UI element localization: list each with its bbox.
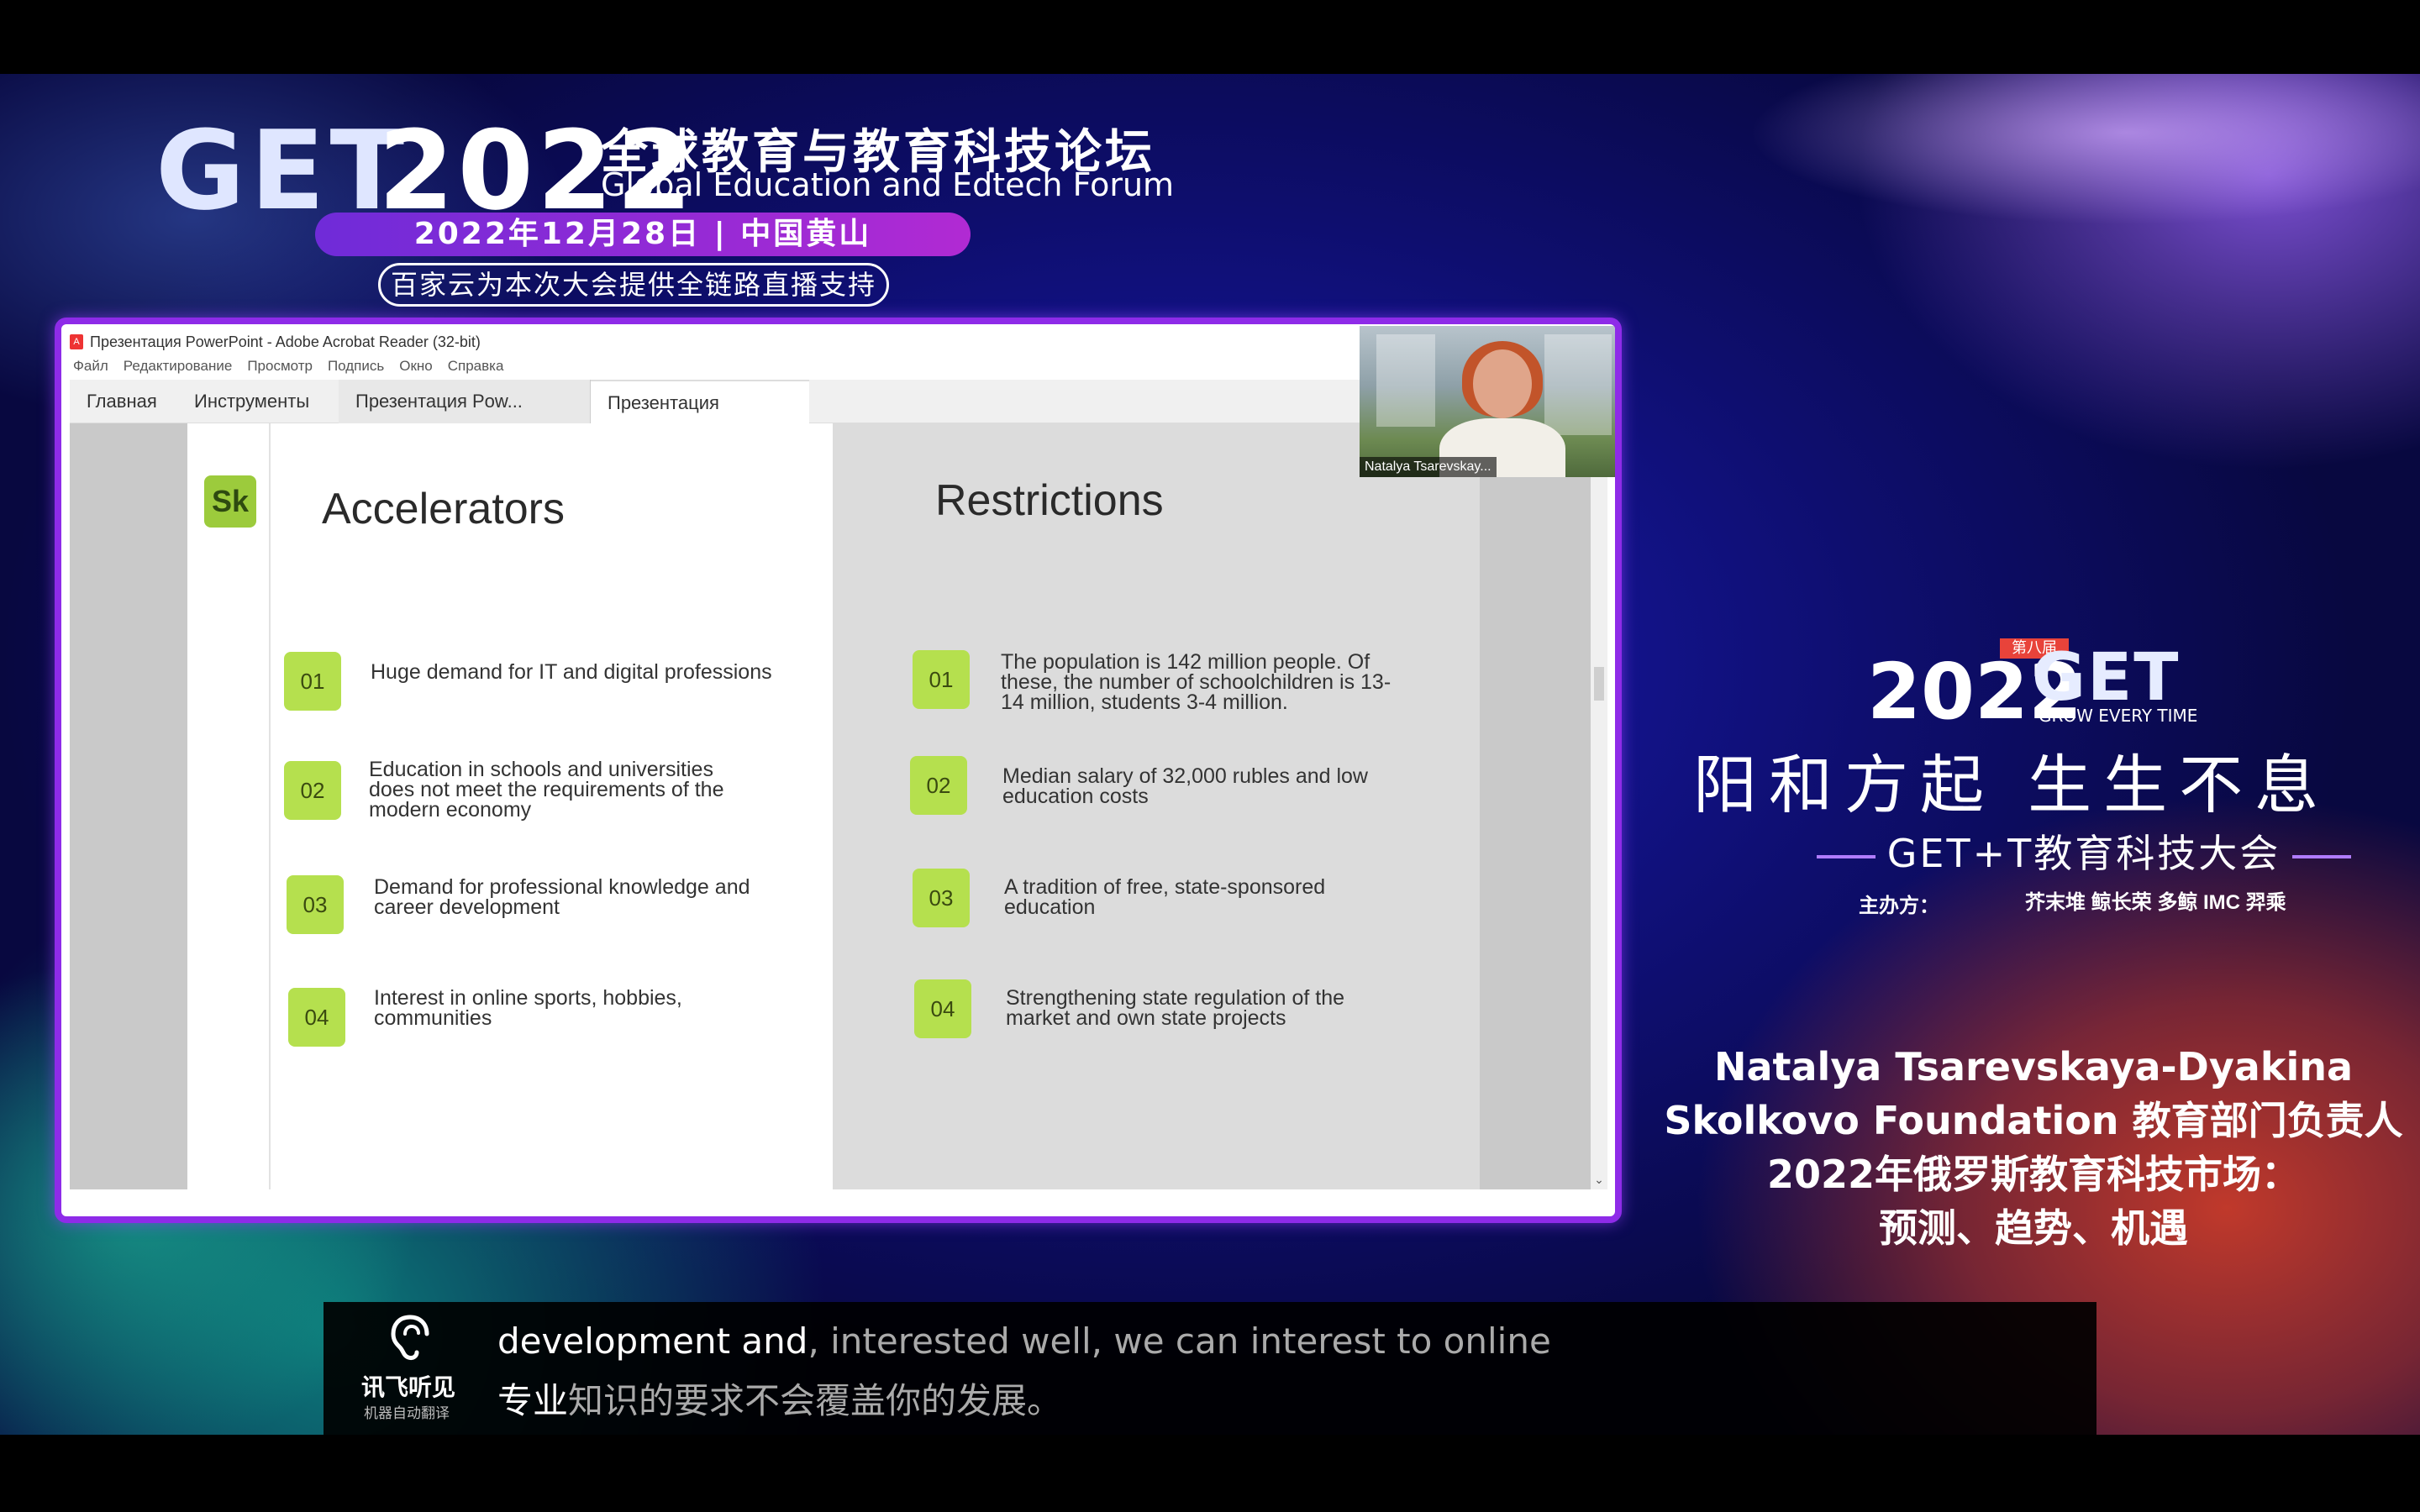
brand-slogan: 阳和方起 生生不息 xyxy=(1693,748,2331,822)
accelerator-num: 02 xyxy=(284,761,341,820)
scroll-thumb[interactable] xyxy=(1594,667,1604,701)
tab-document-2[interactable]: Презентация Pow...× xyxy=(591,380,809,457)
tab-document-1[interactable]: Презентация Pow... xyxy=(339,380,591,423)
menu-file[interactable]: Файл xyxy=(73,358,108,375)
accelerator-num: 03 xyxy=(287,875,344,934)
subtitle-brand-sub: 机器自动翻译 xyxy=(364,1405,450,1422)
accelerator-num: 01 xyxy=(284,652,341,711)
hosts-label: 主办方： xyxy=(1859,894,1939,917)
chevron-down-icon[interactable]: ⌄ xyxy=(1591,1173,1607,1189)
restriction-text: A tradition of free, state-sponsored edu… xyxy=(1004,875,1326,919)
accelerator-text: Demand for professional knowledge and ca… xyxy=(374,875,750,919)
menu-window[interactable]: Окно xyxy=(399,358,433,375)
conference-name-text: GET+T教育科技大会 xyxy=(1886,831,2281,876)
tab-tools[interactable]: Инструменты xyxy=(177,380,326,423)
subtitle-chinese-pending: 知识的要求不会覆盖你的发展。 xyxy=(568,1380,1063,1421)
get-logo: GET xyxy=(155,107,410,234)
slide-restrictions-panel: Restrictions 01 The population is 142 mi… xyxy=(833,423,1480,1189)
tab-document-1-label: Презентация Pow... xyxy=(355,391,523,412)
speaker-webcam: Natalya Tsarevskay... xyxy=(1360,326,1615,477)
document-viewer[interactable]: Sk Accelerators 01 Huge demand for IT an… xyxy=(70,423,1607,1189)
background-window xyxy=(1376,334,1435,427)
host-logos: 芥末堆 鲸长荣 多鲸 IMC 羿乘 xyxy=(2025,891,2286,914)
subtitle-chinese: 专业知识的要求不会覆盖你的发展。 xyxy=(497,1373,1062,1424)
talk-title-line1: 2022年俄罗斯教育科技市场： xyxy=(1766,1152,2301,1197)
subtitle-chinese-spoken: 专业 xyxy=(497,1380,569,1421)
window-title: Презентация PowerPoint - Adobe Acrobat R… xyxy=(90,333,481,350)
restriction-num: 01 xyxy=(913,650,970,709)
menu-view[interactable]: Просмотр xyxy=(247,358,313,375)
subtitle-english-spoken: development and xyxy=(497,1320,808,1362)
talk-title-line2: 预测、趋势、机遇 xyxy=(1879,1205,2188,1251)
accelerator-text: Interest in online sports, hobbies, comm… xyxy=(374,986,682,1030)
speaker-info: Natalya Tsarevskaya-Dyakina Skolkovo Fou… xyxy=(1647,1040,2420,1255)
menu-help[interactable]: Справка xyxy=(448,358,504,375)
menu-bar: Файл Редактирование Просмотр Подпись Окн… xyxy=(73,358,503,375)
date-location-banner: 2022年12月28日 | 中国黄山 xyxy=(315,213,971,256)
decor-swoosh xyxy=(1748,74,2420,225)
tab-bar: Главная Инструменты Презентация Pow... П… xyxy=(70,380,1418,457)
skolkovo-logo: Sk xyxy=(204,475,256,528)
pdf-app-icon: A xyxy=(70,334,83,349)
restriction-num: 02 xyxy=(910,756,967,815)
slide-accelerators-panel: Sk Accelerators 01 Huge demand for IT an… xyxy=(187,423,833,1189)
restriction-text: The population is 142 million people. Of… xyxy=(1001,650,1392,714)
restriction-text: Median salary of 32,000 rubles and low e… xyxy=(1002,764,1368,808)
tab-home[interactable]: Главная xyxy=(70,380,174,423)
subtitle-english-pending: , interested well, we can interest to on… xyxy=(808,1320,1551,1362)
subtitle-brand: 讯飞听见 xyxy=(361,1373,456,1401)
speaker-role: Skolkovo Foundation 教育部门负责人 xyxy=(1664,1098,2403,1143)
ear-icon xyxy=(391,1315,429,1360)
speaker-name: Natalya Tsarevskaya-Dyakina xyxy=(1713,1044,2353,1089)
divider xyxy=(269,423,271,1189)
speaker-figure xyxy=(1473,349,1532,418)
restriction-num: 04 xyxy=(914,979,971,1038)
brand-get-logo: GET xyxy=(2032,640,2181,716)
brand-tagline: GROW EVERY TIME xyxy=(2039,706,2198,726)
forum-title-en: Global Education and Edtech Forum xyxy=(601,166,1175,203)
restrictions-title: Restrictions xyxy=(935,476,1164,525)
menu-edit[interactable]: Редактирование xyxy=(124,358,233,375)
accelerator-num: 04 xyxy=(288,988,345,1047)
menu-sign[interactable]: Подпись xyxy=(328,358,384,375)
conference-name: GET+T教育科技大会 xyxy=(1765,823,2403,879)
accelerators-title: Accelerators xyxy=(322,485,565,533)
restriction-text: Strengthening state regulation of the ma… xyxy=(1006,986,1345,1030)
acrobat-titlebar: A Презентация PowerPoint - Adobe Acrobat… xyxy=(70,331,481,353)
support-note: 百家云为本次大会提供全链路直播支持 xyxy=(378,263,889,307)
vertical-scrollbar[interactable]: ⌄ xyxy=(1591,423,1607,1189)
accelerator-text: Education in schools and universities do… xyxy=(369,758,724,822)
subtitle-english: development and, interested well, we can… xyxy=(497,1320,1551,1362)
accelerator-text: Huge demand for IT and digital professio… xyxy=(371,660,772,684)
restriction-num: 03 xyxy=(913,869,970,927)
event-background: GET 2022 全球教育与教育科技论坛 Global Education an… xyxy=(0,74,2420,1435)
webcam-name-label: Natalya Tsarevskay... xyxy=(1360,457,1497,477)
background-window xyxy=(1544,334,1612,435)
shared-screen-frame: A Презентация PowerPoint - Adobe Acrobat… xyxy=(55,318,1622,1223)
